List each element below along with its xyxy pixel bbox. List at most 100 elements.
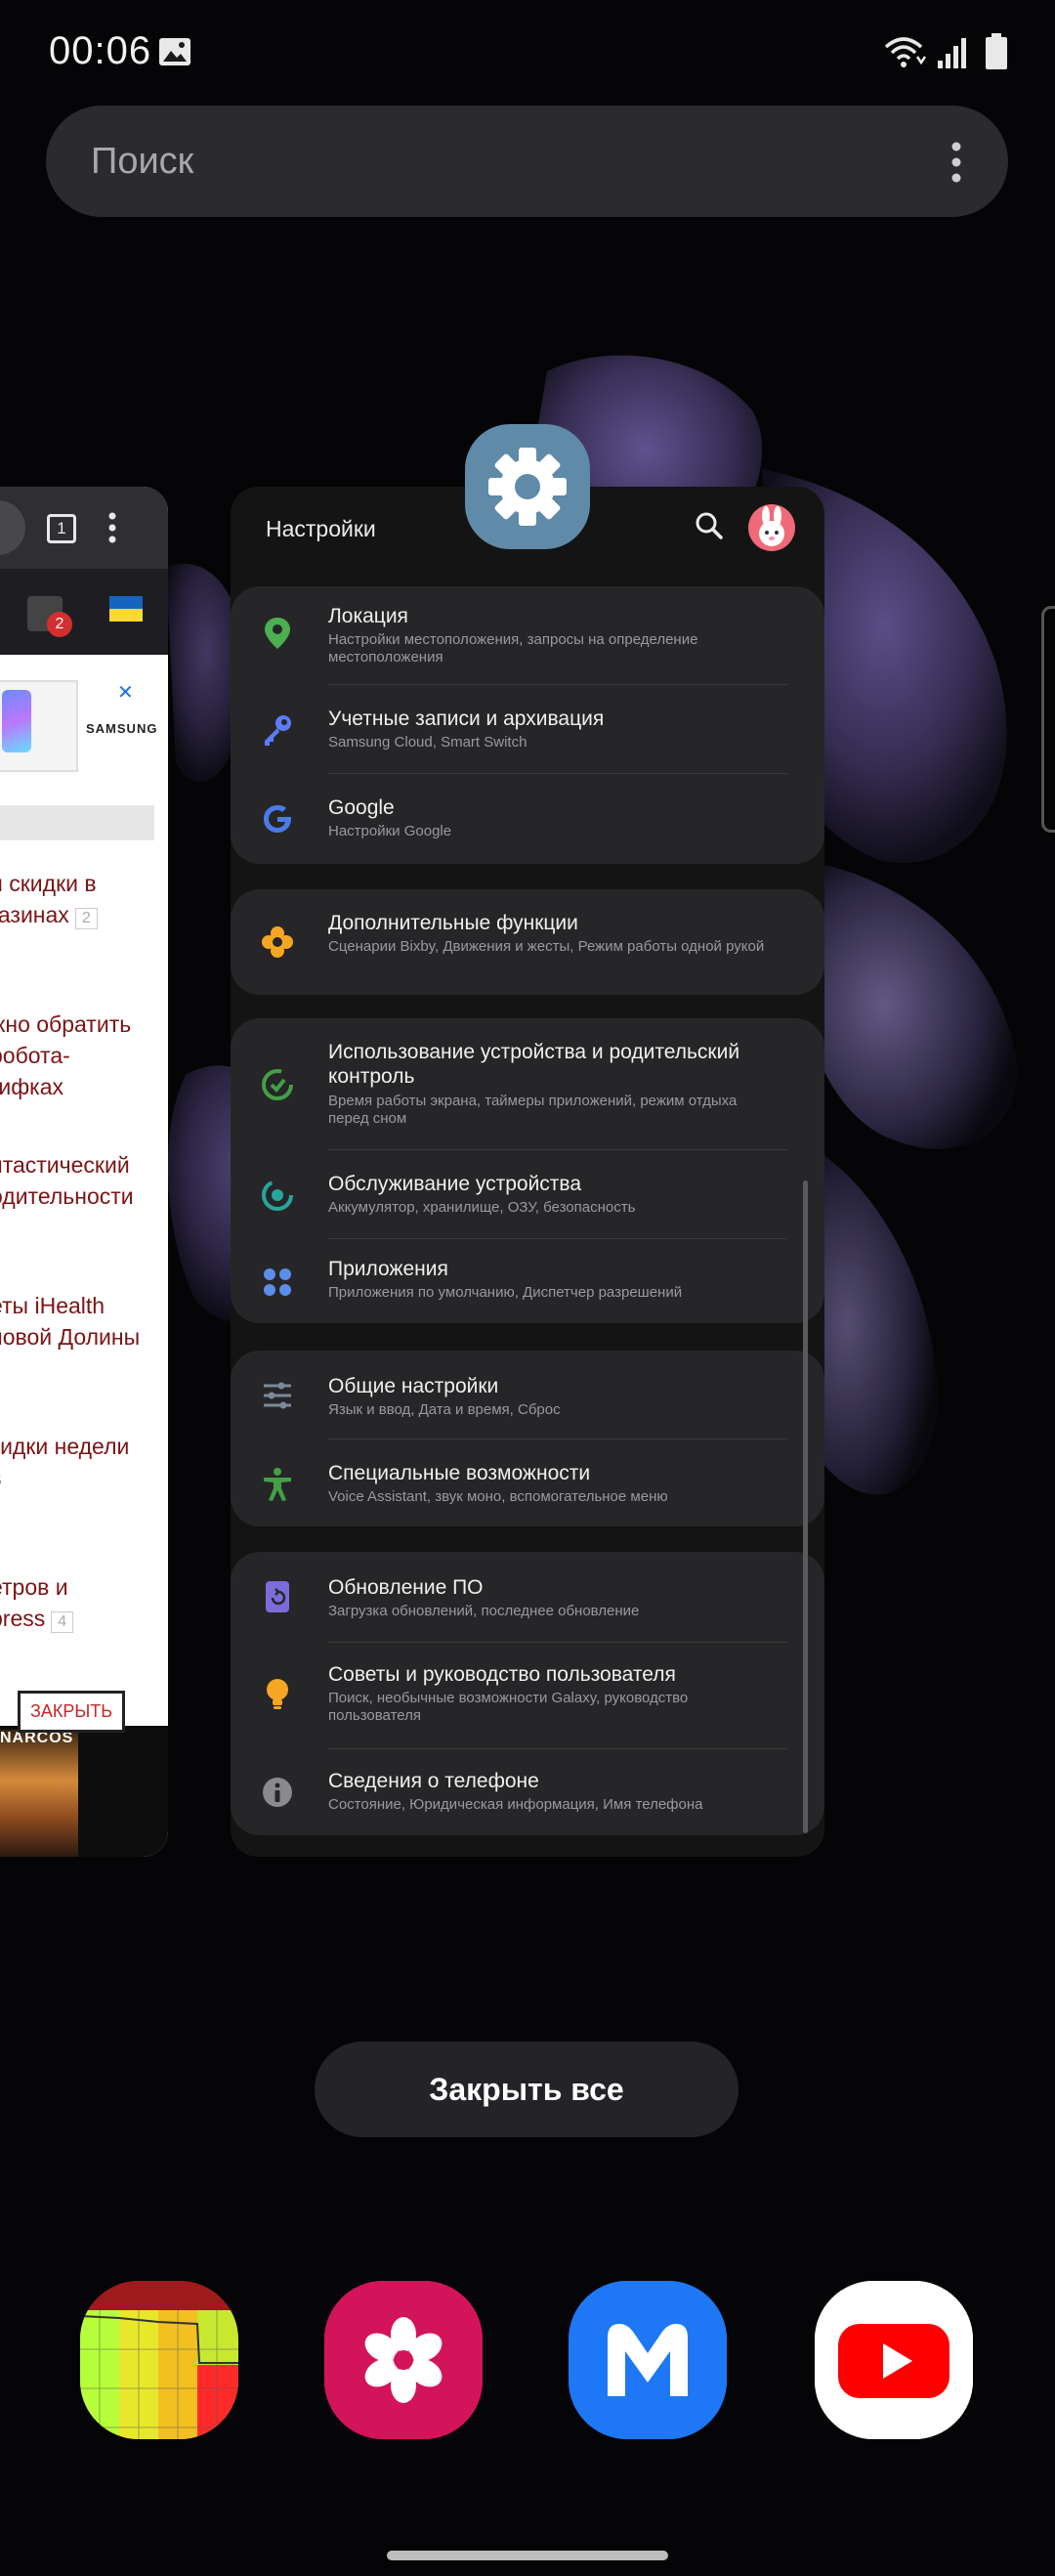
settings-title: Настройки — [266, 516, 376, 541]
row-subtitle: Время работы экрана, таймеры приложений,… — [328, 1093, 738, 1127]
settings-item-location[interactable]: Локация Настройки местоположения, запрос… — [231, 586, 824, 684]
row-title: Обновление ПО — [328, 1576, 484, 1599]
recent-app-card-settings[interactable]: Настройки Локация Настройки местоположен… — [231, 487, 824, 1857]
status-bar: 00:06 — [0, 0, 1055, 107]
settings-group-device: Использование устройства и родительский … — [231, 1018, 824, 1323]
device-care-icon — [262, 1180, 293, 1211]
settings-item-software-update[interactable]: Обновление ПО Загрузка обновлений, после… — [231, 1552, 824, 1642]
article-link[interactable]: етров и press4 — [0, 1571, 168, 1634]
wifi-icon — [884, 37, 927, 67]
avatar-rabbit-icon — [759, 506, 784, 546]
row-subtitle: Настройки местоположения, запросы на опр… — [328, 631, 698, 665]
youtube-icon — [815, 2281, 973, 2439]
m-letter-icon — [569, 2281, 727, 2439]
row-title: Специальные возможности — [328, 1462, 591, 1484]
recent-app-card-browser[interactable]: 1 2 SAMSUNG ✕ и скидки в газинах2 жно об… — [0, 487, 168, 1857]
settings-group-about: Обновление ПО Загрузка обновлений, после… — [231, 1552, 824, 1835]
row-subtitle: Voice Assistant, звук моно, вспомогатель… — [328, 1488, 668, 1505]
comment-count: 4 — [51, 1611, 74, 1633]
location-pin-icon — [265, 618, 290, 649]
settings-group-advanced: Дополнительные функции Сценарии Bixby, Д… — [231, 889, 824, 995]
row-subtitle: Загрузка обновлений, последнее обновлени… — [328, 1603, 640, 1619]
article-link[interactable]: нтастический одительности — [0, 1149, 168, 1212]
software-update-icon — [266, 1581, 289, 1612]
gallery-flower-icon — [324, 2281, 483, 2439]
row-subtitle: Аккумулятор, хранилище, ОЗУ, безопасност… — [328, 1199, 636, 1216]
settings-item-apps[interactable]: Приложения Приложения по умолчанию, Дисп… — [231, 1239, 824, 1323]
article-link[interactable]: еты iHealth новой Долины — [0, 1290, 168, 1352]
digital-wellbeing-icon — [262, 1069, 293, 1100]
recent-app-card-next[interactable] — [1041, 606, 1055, 833]
comment-count: 2 — [74, 908, 98, 929]
settings-item-advanced-features[interactable]: Дополнительные функции Сценарии Bixby, Д… — [231, 889, 824, 995]
settings-app-icon[interactable] — [465, 424, 590, 549]
ad-brand-logo: SAMSUNG — [86, 721, 158, 736]
signal-icon — [938, 38, 966, 68]
row-title: Использование устройства и родительский … — [328, 1041, 740, 1088]
article-link[interactable]: и скидки в газинах2 — [0, 868, 168, 930]
notification-badge: 2 — [47, 612, 72, 637]
row-subtitle: Сценарии Bixby, Движения и жесты, Режим … — [328, 938, 765, 955]
row-title: Общие настройки — [328, 1375, 499, 1397]
article-link[interactable]: жно обратить робота- гифках — [0, 1009, 168, 1102]
recents-search-bar[interactable]: Поиск — [46, 106, 1008, 217]
row-title: Советы и руководство пользователя — [328, 1663, 676, 1686]
sliders-icon — [264, 1382, 291, 1409]
row-title: Сведения о телефоне — [328, 1770, 539, 1792]
dock-app-mail[interactable] — [569, 2281, 727, 2439]
settings-item-accounts[interactable]: Учетные записи и архивация Samsung Cloud… — [231, 685, 824, 773]
settings-item-digital-wellbeing[interactable]: Использование устройства и родительский … — [231, 1018, 824, 1149]
row-subtitle: Samsung Cloud, Smart Switch — [328, 734, 528, 751]
graph-monitor-icon — [80, 2281, 238, 2439]
ukraine-flag-icon — [109, 596, 143, 622]
browser-menu-icon[interactable] — [107, 512, 117, 543]
settings-item-general-management[interactable]: Общие настройки Язык и ввод, Дата и врем… — [231, 1351, 824, 1438]
ad-close-icon[interactable]: ✕ — [117, 680, 134, 705]
settings-item-tips[interactable]: Советы и руководство пользователя Поиск,… — [231, 1643, 824, 1748]
dock-app-youtube[interactable] — [815, 2281, 973, 2439]
key-icon — [265, 715, 291, 746]
search-icon[interactable] — [694, 510, 725, 541]
row-title: Учетные записи и архивация — [328, 708, 605, 730]
settings-item-accessibility[interactable]: Специальные возможности Voice Assistant,… — [231, 1439, 824, 1526]
google-icon — [264, 805, 291, 833]
row-subtitle: Поиск, необычные возможности Galaxy, рук… — [328, 1690, 689, 1724]
info-icon — [263, 1778, 292, 1807]
lightbulb-icon — [267, 1679, 288, 1709]
settings-gear-icon — [488, 448, 567, 526]
row-title: Локация — [328, 605, 408, 627]
account-avatar[interactable] — [748, 504, 795, 551]
close-ad-button[interactable]: ЗАКРЫТЬ — [18, 1691, 126, 1733]
dock-app-gallery[interactable] — [324, 2281, 483, 2439]
section-divider — [0, 805, 154, 840]
search-placeholder: Поиск — [91, 141, 194, 182]
status-time: 00:06 — [49, 29, 152, 72]
settings-group-connections: Локация Настройки местоположения, запрос… — [231, 586, 824, 864]
row-title: Приложения — [328, 1258, 448, 1280]
row-title: Google — [328, 796, 395, 819]
ad-phone-image — [2, 690, 31, 752]
dock-app-monitor[interactable] — [80, 2281, 238, 2439]
close-all-button[interactable]: Закрыть все — [315, 2041, 738, 2137]
gesture-navigation-bar[interactable] — [387, 2551, 668, 2560]
tab-count-button[interactable]: 1 — [47, 514, 76, 543]
browser-toolbar — [0, 569, 168, 655]
row-subtitle: Состояние, Юридическая информация, Имя т… — [328, 1796, 703, 1813]
settings-item-about-phone[interactable]: Сведения о телефоне Состояние, Юридическ… — [231, 1749, 824, 1835]
battery-icon — [986, 33, 1007, 69]
more-vert-icon[interactable] — [950, 141, 963, 184]
ad-banner-image — [0, 1730, 78, 1857]
row-title: Дополнительные функции — [328, 912, 578, 934]
row-subtitle: Язык и ввод, Дата и время, Сброс — [328, 1401, 561, 1418]
settings-scrollbar[interactable] — [803, 1181, 808, 1833]
accessibility-icon — [264, 1468, 291, 1501]
puzzle-flower-icon — [262, 926, 293, 958]
row-subtitle: Настройки Google — [328, 823, 452, 839]
row-subtitle: Приложения по умолчанию, Диспетчер разре… — [328, 1284, 683, 1301]
article-link[interactable]: кидки недели s — [0, 1431, 168, 1493]
row-title: Обслуживание устройства — [328, 1173, 582, 1195]
settings-item-google[interactable]: Google Настройки Google — [231, 774, 824, 864]
gallery-icon — [159, 38, 190, 65]
settings-item-device-care[interactable]: Обслуживание устройства Аккумулятор, хра… — [231, 1150, 824, 1238]
settings-group-general: Общие настройки Язык и ввод, Дата и врем… — [231, 1351, 824, 1526]
